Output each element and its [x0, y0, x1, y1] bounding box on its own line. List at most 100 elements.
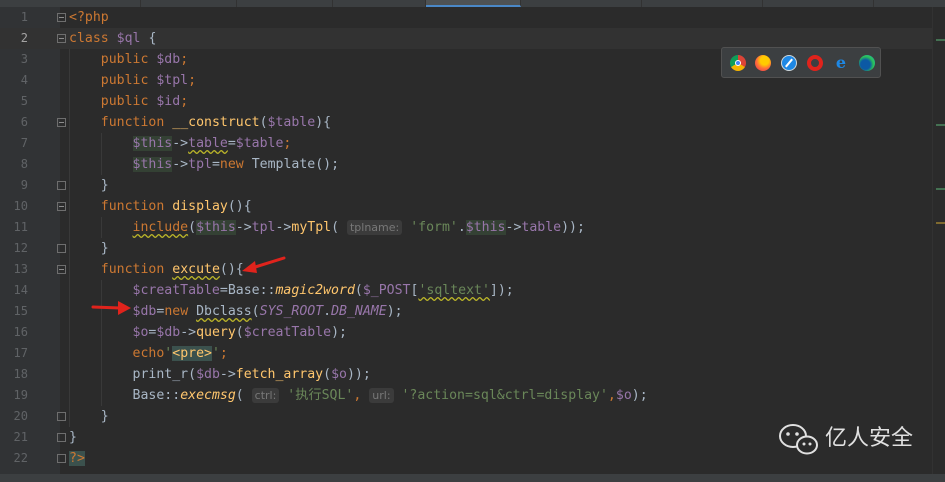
fold-marker-icon[interactable]: [57, 34, 66, 43]
method-call: fetch_array: [235, 367, 324, 382]
browser-preview-popup: e: [721, 47, 881, 78]
paren: (: [259, 115, 268, 130]
code-line-12[interactable]: }: [69, 238, 109, 259]
edge-icon[interactable]: [859, 55, 875, 71]
paren: (: [251, 304, 260, 319]
class-name: $ql: [116, 31, 141, 46]
fold-marker-icon[interactable]: [57, 13, 66, 22]
static-method: magic2word: [275, 283, 355, 298]
editor-tab[interactable]: [0, 0, 141, 7]
code-line-21[interactable]: }: [69, 427, 77, 448]
code-line-13[interactable]: function excute(){: [69, 259, 244, 280]
parameter-hint: ctrl:: [251, 388, 280, 403]
line-number: 16: [13, 325, 28, 339]
safari-icon[interactable]: [781, 55, 797, 71]
red-arrow-annotation: [91, 301, 131, 315]
fold-end-icon[interactable]: [57, 454, 66, 463]
code-line-2[interactable]: class $ql {: [69, 28, 156, 49]
line-number-current: 2: [20, 31, 28, 45]
ie-icon[interactable]: e: [833, 55, 849, 71]
code-line-14[interactable]: $creatTable=Base::magic2word($_POST['sql…: [69, 280, 514, 301]
code-line-6[interactable]: function __construct($table){: [69, 112, 331, 133]
fold-marker-icon[interactable]: [57, 202, 66, 211]
change-marker[interactable]: [936, 124, 945, 126]
code-line-1[interactable]: <?php: [69, 7, 109, 28]
fold-marker-icon[interactable]: [57, 265, 66, 274]
variable: $db: [156, 325, 181, 340]
scope-operator: ::: [259, 283, 276, 298]
code-line-5[interactable]: public $id;: [69, 91, 188, 112]
editor-tab[interactable]: [763, 0, 874, 7]
code-line-3[interactable]: public $db;: [69, 49, 188, 70]
paren: (: [188, 367, 197, 382]
editor-tab[interactable]: [333, 0, 426, 7]
code-line-22[interactable]: ?>: [69, 448, 85, 469]
html-tag: <pre>: [172, 346, 212, 361]
fold-marker-icon[interactable]: [57, 118, 66, 127]
string: 'form': [410, 220, 458, 235]
variable: $o: [132, 325, 149, 340]
line-number: 6: [20, 115, 28, 129]
line-number: 13: [13, 262, 28, 276]
line-number: 12: [13, 241, 28, 255]
property: table: [521, 220, 562, 235]
code-line-19[interactable]: Base::execmsg( ctrl: '执行SQL', url: '?act…: [69, 385, 648, 406]
line-number: 8: [20, 157, 28, 171]
keyword: echo: [132, 346, 165, 361]
editor-tab-active[interactable]: [426, 0, 521, 7]
line-number: 1: [20, 10, 28, 24]
editor-tab[interactable]: [521, 0, 642, 7]
class-name: Template: [251, 157, 316, 172]
line-number: 19: [13, 388, 28, 402]
fold-end-icon[interactable]: [57, 433, 66, 442]
semicolon: ;: [219, 346, 228, 361]
editor-tab[interactable]: [237, 0, 333, 7]
chrome-icon[interactable]: [730, 55, 746, 71]
code-line-8[interactable]: $this->tpl=new Template();: [69, 154, 339, 175]
brace: }: [100, 409, 109, 424]
code-line-20[interactable]: }: [69, 406, 109, 427]
code-line-9[interactable]: }: [69, 175, 109, 196]
fold-end-icon[interactable]: [57, 244, 66, 253]
paren: (){: [227, 199, 252, 214]
line-number: 4: [20, 73, 28, 87]
line-number: 22: [13, 451, 28, 465]
string: '执行SQL': [287, 388, 354, 403]
change-marker[interactable]: [936, 39, 945, 41]
variable: $table: [235, 136, 284, 151]
code-line-17[interactable]: echo'<pre>';: [69, 343, 228, 364]
bottom-panel-edge: [0, 474, 945, 482]
change-marker[interactable]: [936, 188, 945, 190]
php-close-tag: ?>: [69, 451, 85, 466]
code-line-16[interactable]: $o=$db->query($creatTable);: [69, 322, 347, 343]
paren: (: [354, 283, 363, 298]
code-line-10[interactable]: function display(){: [69, 196, 252, 217]
error-stripe-scrollbar[interactable]: [932, 7, 945, 482]
opera-icon[interactable]: [807, 55, 823, 71]
function-name: excute: [172, 262, 220, 277]
code-line-11[interactable]: include($this->tpl->myTpl( tplname: 'for…: [69, 217, 585, 238]
fold-end-icon[interactable]: [57, 181, 66, 190]
static-method: execmsg: [180, 388, 236, 403]
code-line-7[interactable]: $this->table=$table;: [69, 133, 291, 154]
call-end: );: [386, 304, 403, 319]
fold-end-icon[interactable]: [57, 412, 66, 421]
editor-tab[interactable]: [141, 0, 237, 7]
variable: $o: [615, 388, 632, 403]
php-open-tag: <?php: [69, 10, 109, 25]
call-end: );: [631, 388, 648, 403]
brace: }: [100, 241, 109, 256]
editor-tab[interactable]: [874, 0, 945, 7]
assign: =: [227, 136, 236, 151]
paren: (: [323, 367, 332, 382]
line-number: 20: [13, 409, 28, 423]
editor-tab[interactable]: [642, 0, 763, 7]
superglobal: $_POST: [362, 283, 411, 298]
warning-marker[interactable]: [936, 222, 945, 224]
code-line-4[interactable]: public $tpl;: [69, 70, 196, 91]
code-line-18[interactable]: print_r($db->fetch_array($o));: [69, 364, 371, 385]
property: tpl: [251, 220, 276, 235]
firefox-icon[interactable]: [755, 55, 771, 71]
assign: =: [211, 157, 220, 172]
arrow-operator: ->: [219, 367, 236, 382]
